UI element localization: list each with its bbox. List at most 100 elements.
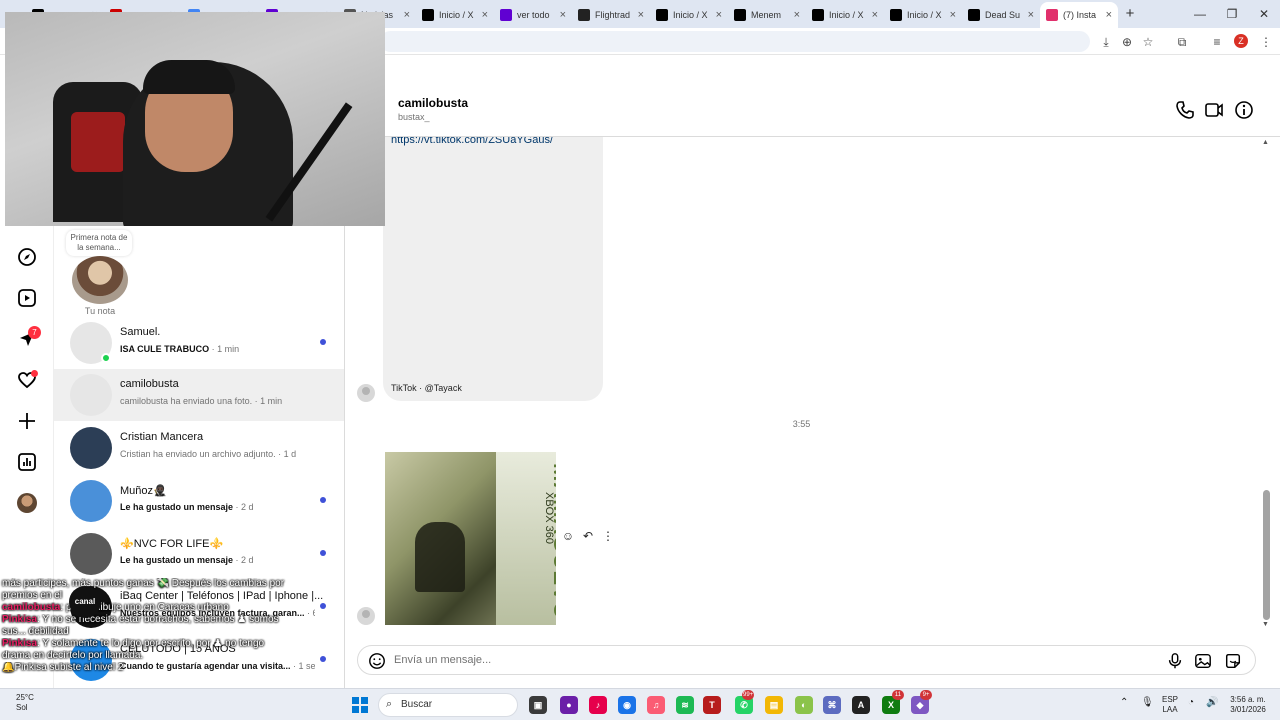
scroll-up-icon[interactable]: ▲: [1262, 139, 1269, 146]
conversation-name: CELUTODO | 15 AÑOS: [120, 643, 236, 655]
tab-close-icon[interactable]: ×: [716, 9, 722, 21]
new-tab-button[interactable]: +: [1118, 2, 1142, 28]
address-bar[interactable]: [380, 31, 1090, 52]
unread-dot: [320, 497, 326, 503]
x-icon: [422, 9, 434, 21]
clock[interactable]: 3:56 a. m. 3/01/2026: [1228, 695, 1268, 715]
chrome-icon[interactable]: ◉: [618, 696, 636, 714]
tray-mic-icon[interactable]: 🎙: [1141, 698, 1154, 708]
bookmark-star-icon[interactable]: ☆: [1140, 34, 1156, 50]
install-icon[interactable]: ⤓: [1098, 34, 1114, 50]
tab-close-icon[interactable]: ×: [1106, 9, 1112, 21]
tab-close-icon[interactable]: ×: [404, 9, 410, 21]
tab-close-icon[interactable]: ×: [950, 9, 956, 21]
conversation-row[interactable]: ⚜️NVC FOR LIFE⚜️ Le ha gustado un mensaje…: [54, 528, 344, 580]
tab-close-icon[interactable]: ×: [872, 9, 878, 21]
controller-icon[interactable]: ⌘: [823, 696, 841, 714]
conversation-time: 1 min: [217, 344, 240, 354]
dashboard-icon[interactable]: [17, 452, 37, 472]
webcam-overlay: [5, 12, 385, 226]
browser-tab[interactable]: Dead Su ×: [962, 2, 1040, 28]
wifi-icon[interactable]: ◔: [1188, 698, 1194, 708]
browser-tab[interactable]: Inicio / X ×: [416, 2, 494, 28]
shared-tiktok-card[interactable]: https://vt.tiktok.com/ZSUaYGaus/ TikTok …: [383, 137, 603, 401]
app-icon-1[interactable]: ●: [560, 696, 578, 714]
sender-avatar-2[interactable]: [357, 607, 375, 625]
start-windows-icon[interactable]: [352, 697, 368, 713]
file-explorer-icon[interactable]: ▤: [765, 696, 783, 714]
close-window-icon[interactable]: ✕: [1248, 0, 1280, 28]
message-input[interactable]: [394, 652, 1134, 668]
volume-icon[interactable]: 🔊: [1206, 698, 1218, 708]
browser-tab[interactable]: ver todo ×: [494, 2, 572, 28]
taskbar-search[interactable]: ⌕ Buscar: [378, 693, 518, 717]
conversation-row[interactable]: Muñoz🥷🏿 Le ha gustado un mensaje · 2 d: [54, 475, 344, 527]
browser-tab[interactable]: Flightrad ×: [572, 2, 650, 28]
zoom-icon[interactable]: ⊕: [1119, 34, 1135, 50]
unread-dot: [320, 656, 326, 662]
note-avatar[interactable]: [72, 256, 128, 304]
scroll-down-icon[interactable]: ▼: [1262, 621, 1269, 628]
reels-icon[interactable]: [17, 288, 37, 308]
tab-search-icon[interactable]: ≡: [1209, 34, 1225, 50]
sender-avatar[interactable]: [357, 384, 375, 402]
conversation-info-icon[interactable]: [1234, 100, 1254, 120]
profile-avatar[interactable]: Z: [1234, 34, 1248, 48]
reply-icon[interactable]: ↶: [581, 529, 595, 543]
profile-avatar-small[interactable]: [17, 493, 37, 513]
phone-call-icon[interactable]: [1175, 100, 1195, 120]
react-emoji-icon[interactable]: ☺: [561, 529, 575, 543]
extensions-icon[interactable]: ⧉: [1174, 34, 1190, 50]
image-upload-icon[interactable]: [1194, 652, 1212, 670]
explore-icon[interactable]: [17, 247, 37, 267]
yahoo-icon: [500, 9, 512, 21]
conversation-row[interactable]: Cristian Mancera Cristian ha enviado un a…: [54, 422, 344, 474]
sticker-icon[interactable]: [1224, 652, 1242, 670]
chat-scrollbar[interactable]: ▲ ▼: [1258, 137, 1280, 634]
app-a-icon[interactable]: A: [852, 696, 870, 714]
language-indicator[interactable]: ESP LAA: [1162, 695, 1178, 715]
microphone-icon[interactable]: [1166, 652, 1184, 670]
minimize-icon[interactable]: —: [1184, 0, 1216, 28]
browser-tab[interactable]: (7) Insta ×: [1040, 2, 1118, 28]
app-t-icon[interactable]: T: [703, 696, 721, 714]
menu-kebab-icon[interactable]: ⋮: [1258, 34, 1274, 50]
task-view-icon[interactable]: ▣: [529, 696, 547, 714]
browser-tab[interactable]: Menem ×: [728, 2, 806, 28]
browser-tab-label: Menem: [751, 10, 782, 20]
create-plus-icon[interactable]: [17, 411, 37, 431]
weather-widget[interactable]: 25°C Sol: [16, 693, 34, 713]
chat-contact-name[interactable]: camilobusta: [398, 96, 468, 110]
note-bubble[interactable]: Primera nota de la semana...: [66, 230, 132, 256]
maximize-icon[interactable]: ❐: [1216, 0, 1248, 28]
conversation-time: 1 min: [260, 396, 283, 406]
spotify-icon[interactable]: ≋: [676, 696, 694, 714]
conversation-time: 2 d: [241, 555, 254, 565]
tab-close-icon[interactable]: ×: [482, 9, 488, 21]
emoji-icon[interactable]: [368, 652, 386, 670]
video-call-icon[interactable]: [1204, 100, 1224, 120]
shared-link[interactable]: https://vt.tiktok.com/ZSUaYGaus/: [391, 137, 553, 146]
clock-time: 3:56 a. m.: [1230, 695, 1266, 704]
tab-close-icon[interactable]: ×: [560, 9, 566, 21]
conversation-row[interactable]: Samuel. ISA CULE TRABUCO · 1 min: [54, 317, 344, 369]
conversation-row[interactable]: camilobusta camilobusta ha enviado una fo…: [54, 369, 344, 421]
conversation-row[interactable]: CELUTODO | 15 AÑOS Cuando te gustaría age…: [54, 634, 344, 686]
browser-tab[interactable]: Inicio / X ×: [884, 2, 962, 28]
more-options-icon[interactable]: ⋮: [601, 529, 615, 543]
app-green-icon[interactable]: ◐: [795, 696, 813, 714]
tab-close-icon[interactable]: ×: [638, 9, 644, 21]
conversation-row[interactable]: iBaq Center | Teléfonos | IPad | Iphone …: [54, 581, 344, 633]
conversation-time: 2 d: [241, 502, 254, 512]
message-composer: [357, 645, 1256, 675]
tiktok-icon[interactable]: ♪: [589, 696, 607, 714]
tab-close-icon[interactable]: ×: [1028, 9, 1034, 21]
browser-tab[interactable]: Inicio / X ×: [650, 2, 728, 28]
separator: ·: [233, 502, 242, 512]
tray-chevron-icon[interactable]: ⌃: [1120, 698, 1128, 708]
browser-tab[interactable]: Inicio / X ×: [806, 2, 884, 28]
scroll-thumb[interactable]: [1263, 490, 1270, 620]
tab-close-icon[interactable]: ×: [794, 9, 800, 21]
itunes-icon[interactable]: ♫: [647, 696, 665, 714]
sent-photo[interactable]: MAMAGUEVO XBOX 360: [385, 452, 556, 625]
